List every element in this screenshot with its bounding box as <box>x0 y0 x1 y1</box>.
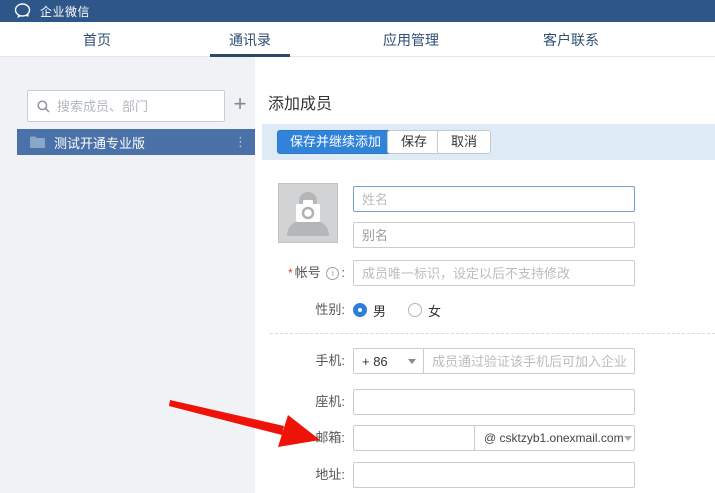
search-input[interactable] <box>57 99 207 114</box>
radio-female[interactable] <box>408 303 422 317</box>
save-button[interactable]: 保存 <box>387 130 441 154</box>
name-field[interactable] <box>353 186 635 212</box>
address-label: 地址: <box>255 462 345 488</box>
alias-field[interactable] <box>353 222 635 248</box>
tab-contacts[interactable]: 通讯录 <box>229 22 271 57</box>
gender-label: 性别: <box>255 297 345 323</box>
tab-app-management-label: 应用管理 <box>383 30 439 50</box>
radio-male-selected[interactable] <box>353 303 367 317</box>
wecom-admin-screen: 企业微信 首页 通讯录 应用管理 客户联系 + <box>0 0 715 493</box>
member-search-box[interactable] <box>27 90 225 122</box>
contacts-sidebar: + 测试开通专业版 ⋮ <box>0 57 255 493</box>
mobile-field[interactable] <box>423 348 635 374</box>
page-title: 添加成员 <box>268 90 332 114</box>
tab-customer-contact[interactable]: 客户联系 <box>543 22 599 57</box>
more-options-icon[interactable]: ⋮ <box>234 137 247 147</box>
radio-male-label[interactable]: 男 <box>373 301 386 320</box>
folder-icon <box>30 136 45 148</box>
avatar-upload[interactable] <box>278 183 338 243</box>
brand-title: 企业微信 <box>40 3 90 20</box>
country-code-select[interactable]: + 86 <box>353 348 424 374</box>
section-divider <box>270 333 715 334</box>
primary-nav: 首页 通讯录 应用管理 客户联系 <box>0 22 715 57</box>
cancel-button[interactable]: 取消 <box>437 130 491 154</box>
info-icon[interactable]: i <box>326 267 339 280</box>
search-icon <box>37 100 50 113</box>
address-field[interactable] <box>353 462 635 488</box>
tab-app-management[interactable]: 应用管理 <box>383 22 439 57</box>
email-domain-value: @ csktzyb1.onexmail.com <box>484 431 624 445</box>
add-member-panel: 添加成员 保存并继续添加 保存 取消 *帐号 i: 性别: <box>255 57 715 493</box>
radio-female-label[interactable]: 女 <box>428 301 441 320</box>
country-code-value: + 86 <box>362 354 408 369</box>
plus-icon: + <box>234 91 247 116</box>
email-local-field[interactable] <box>353 425 475 451</box>
landline-field[interactable] <box>353 389 635 415</box>
sidebar-item-org-root[interactable]: 测试开通专业版 ⋮ <box>17 129 255 155</box>
tab-customer-contact-label: 客户联系 <box>543 30 599 50</box>
account-field[interactable] <box>353 260 635 286</box>
add-department-button[interactable]: + <box>228 91 252 119</box>
org-name-label: 测试开通专业版 <box>54 133 234 152</box>
required-asterisk: * <box>288 266 293 280</box>
email-label: 邮箱: <box>255 425 345 451</box>
action-button-bar: 保存并继续添加 保存 取消 <box>262 124 715 160</box>
tab-home[interactable]: 首页 <box>83 22 111 57</box>
email-domain-select[interactable]: @ csktzyb1.onexmail.com <box>474 425 635 451</box>
caret-down-icon <box>624 436 632 441</box>
top-bar: 企业微信 <box>0 0 715 22</box>
gender-radio-group: 男 女 <box>353 297 463 323</box>
save-and-continue-button[interactable]: 保存并继续添加 <box>277 130 394 154</box>
account-label: *帐号 i: <box>255 260 345 286</box>
mobile-label: 手机: <box>255 348 345 374</box>
tab-home-label: 首页 <box>83 30 111 50</box>
caret-down-icon <box>408 359 416 364</box>
tab-contacts-label: 通讯录 <box>229 30 271 50</box>
landline-label: 座机: <box>255 389 345 415</box>
wecom-chat-bubble-icon <box>14 3 32 19</box>
avatar-camera-icon <box>279 184 337 242</box>
